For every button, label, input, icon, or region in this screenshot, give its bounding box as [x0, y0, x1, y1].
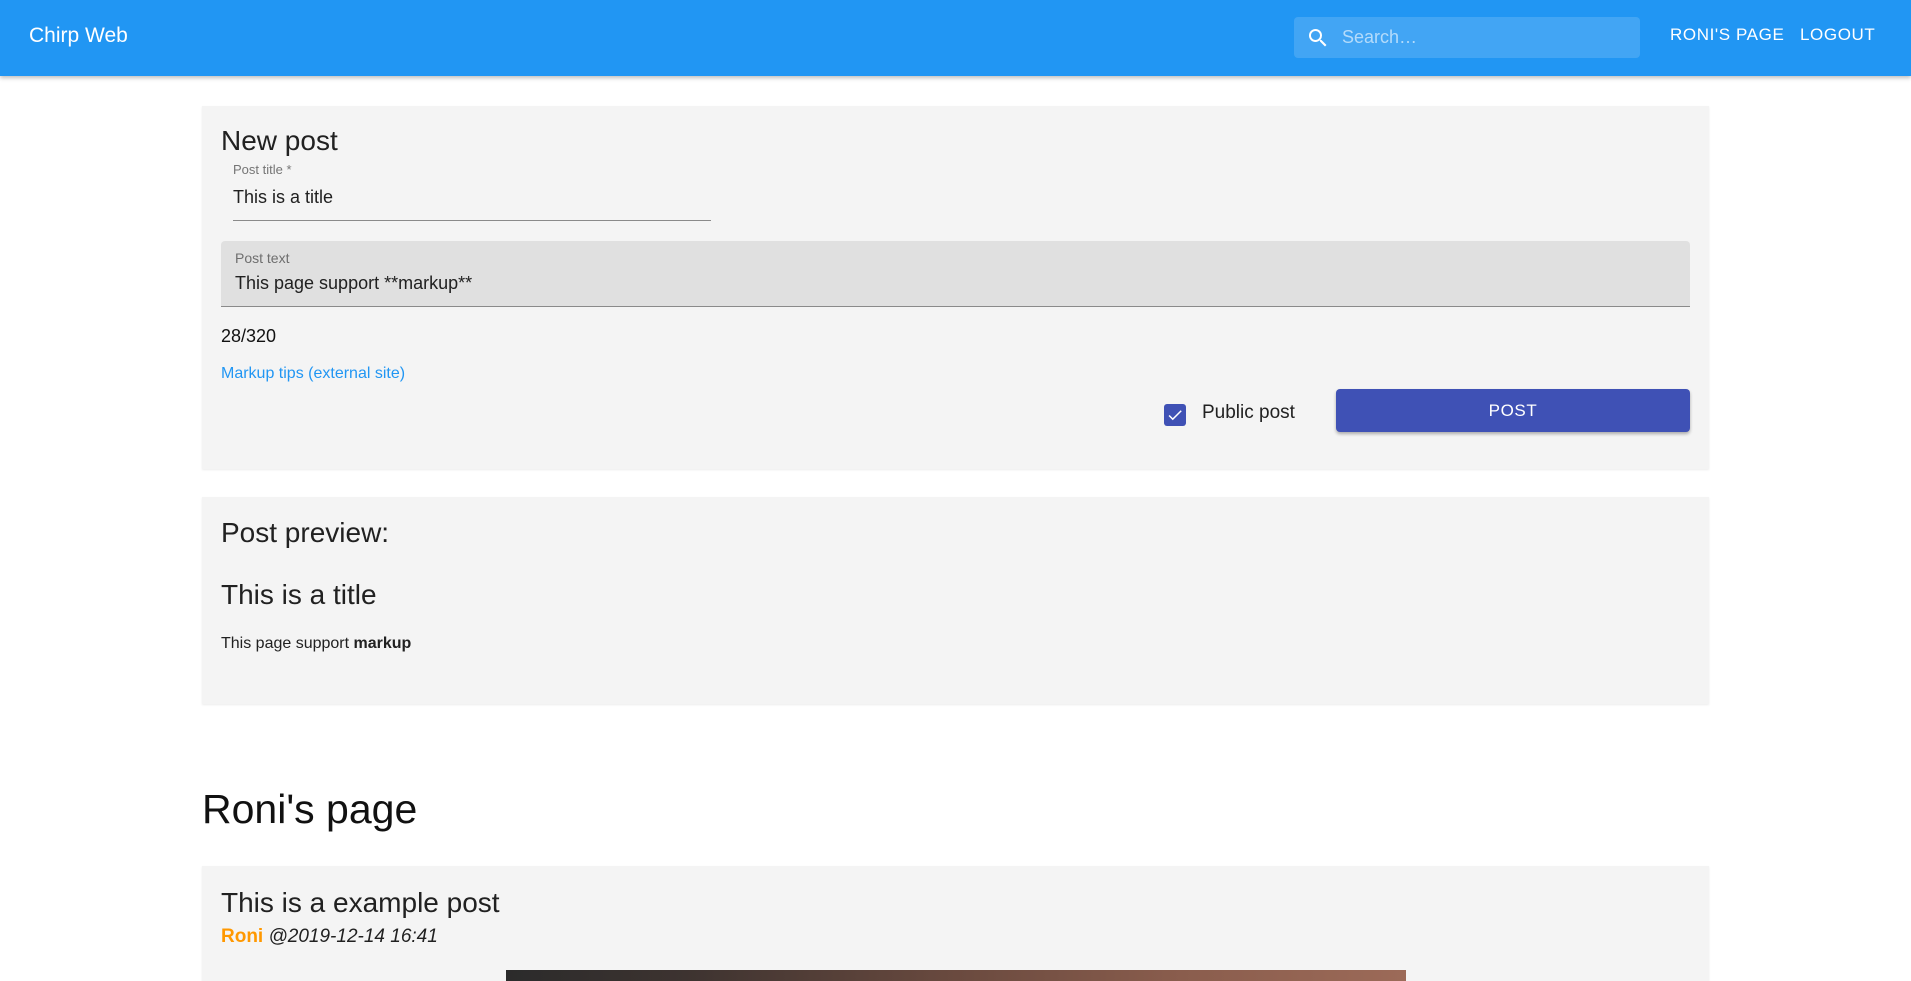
post-title-label: Post title * [233, 162, 292, 177]
public-post-checkbox[interactable] [1164, 404, 1186, 426]
preview-body-bold: markup [353, 635, 412, 652]
search-input[interactable] [1342, 17, 1632, 58]
character-counter: 28/320 [221, 326, 277, 346]
example-post-title: This is a example post [221, 887, 500, 918]
post-meta: Roni @2019-12-14 16:41 [221, 926, 438, 948]
example-post-card: This is a example post Roni @2019-12-14 … [202, 866, 1709, 981]
page-heading: Roni's page [202, 786, 418, 832]
public-post-label: Public post [1202, 402, 1295, 423]
app-bar: Chirp Web RONI'S PAGE LOGOUT [0, 0, 1911, 76]
new-post-heading: New post [221, 125, 338, 156]
search-box[interactable] [1294, 17, 1640, 58]
post-button[interactable]: POST [1336, 389, 1690, 432]
preview-body: This page support markup [221, 635, 411, 653]
nav-logout[interactable]: LOGOUT [1800, 25, 1875, 45]
post-text-label: Post text [235, 250, 290, 266]
post-text-input[interactable] [235, 270, 1675, 296]
nav-roni-page[interactable]: RONI'S PAGE [1670, 25, 1784, 45]
post-preview-card: Post preview: This is a title This page … [202, 497, 1709, 704]
app-title[interactable]: Chirp Web [29, 24, 128, 48]
post-preview-heading: Post preview: [221, 517, 390, 548]
checkmark-icon [1168, 410, 1182, 421]
post-title-input[interactable] [233, 187, 711, 221]
post-text-field[interactable]: Post text [221, 241, 1690, 307]
preview-title: This is a title [221, 579, 377, 610]
post-timestamp: @2019-12-14 16:41 [268, 926, 438, 947]
search-icon [1309, 29, 1327, 47]
post-author[interactable]: Roni [221, 926, 263, 947]
post-image [506, 970, 1406, 981]
markup-tips-link[interactable]: Markup tips (external site) [221, 365, 405, 383]
new-post-card: New post Post title * Post text 28/320 M… [202, 106, 1709, 469]
preview-body-text: This page support [221, 635, 354, 652]
